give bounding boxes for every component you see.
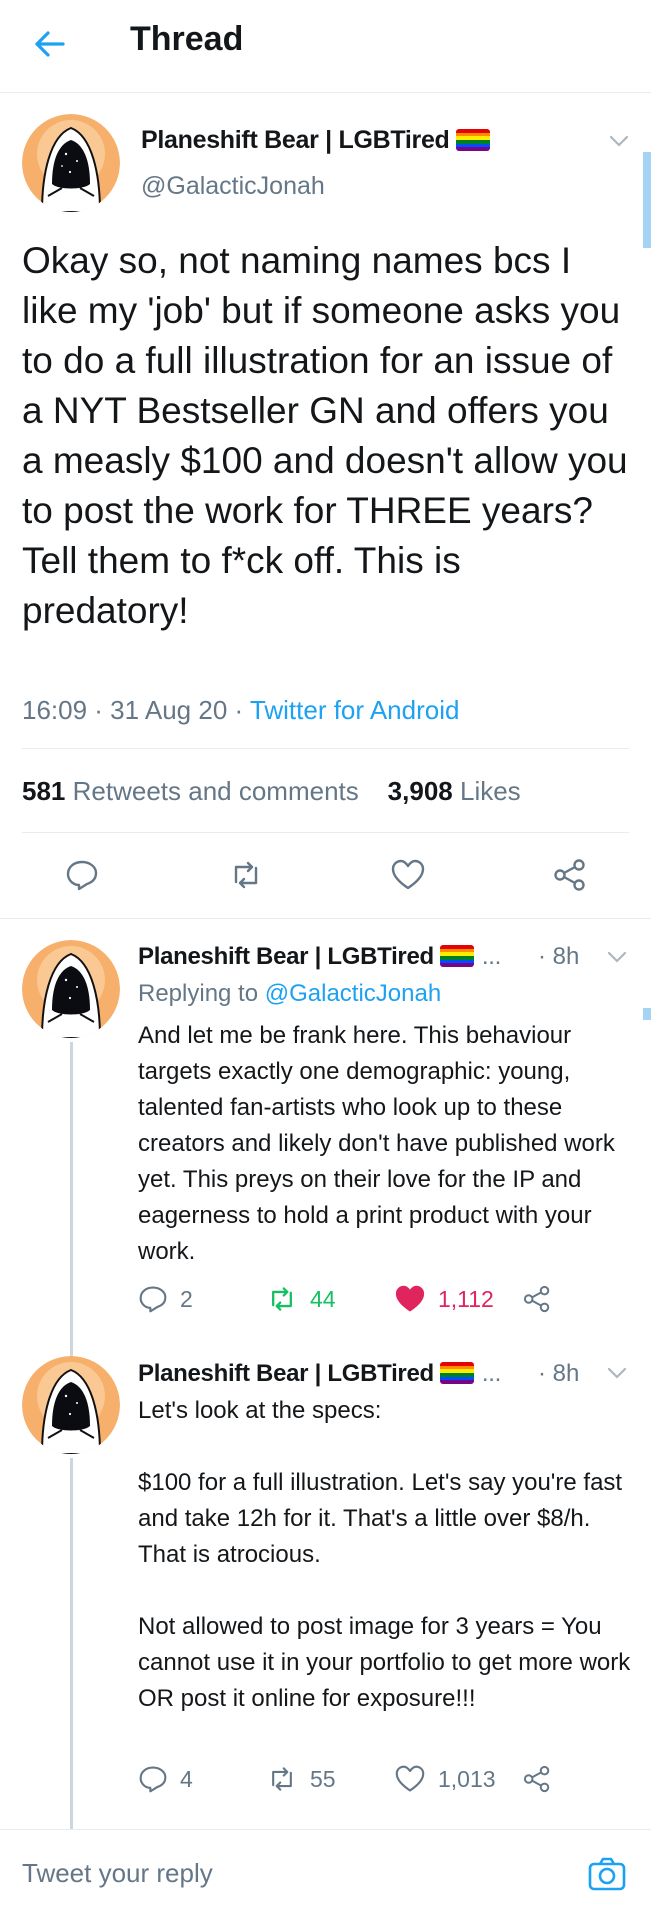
divider [0,918,651,919]
top-bar: Thread [0,0,651,93]
divider [22,832,629,833]
thread-line [70,1042,73,1364]
avatar[interactable] [22,114,120,212]
tweet-text: And let me be frank here. This behaviour… [138,1022,622,1265]
like-icon [395,1765,425,1792]
reply-icon[interactable] [62,855,102,895]
like-button[interactable]: 1,112 [394,1284,494,1314]
author-name[interactable]: Planeshift Bear | LGBTired... [138,943,501,971]
scroll-indicator [643,1008,651,1020]
retweet-icon[interactable] [226,855,266,895]
reply-button[interactable]: 2 [138,1284,193,1314]
share-icon[interactable] [550,855,590,895]
chevron-down-icon[interactable] [606,946,628,968]
share-button[interactable] [522,1764,564,1794]
tweet-actions: 4 55 1,013 [138,1764,618,1800]
like-button[interactable]: 1,013 [394,1764,496,1794]
reply-composer: Tweet your reply [0,1829,651,1921]
author-handle[interactable]: @GalacticJonah [141,172,325,201]
replying-to: Replying to @GalacticJonah [138,980,442,1007]
tweet-time: · 8h [538,943,580,970]
tweet-source-link[interactable]: Twitter for Android [250,695,460,725]
retweets-stat[interactable]: 581 Retweets and comments [22,776,359,806]
author-name[interactable]: Planeshift Bear | LGBTired... [138,1360,501,1388]
reply-icon [139,1766,167,1793]
avatar[interactable] [22,1356,120,1454]
mention-link[interactable]: @GalacticJonah [265,980,441,1007]
retweet-icon [272,1287,292,1311]
rainbow-flag-icon [439,1362,474,1384]
author-name[interactable]: Planeshift Bear | LGBTired [141,126,490,155]
chevron-down-icon[interactable] [608,130,630,152]
like-icon [395,1285,425,1312]
tweet-meta: 16:09 · 31 Aug 20 · Twitter for Android [22,695,460,725]
reply-button[interactable]: 4 [138,1764,193,1794]
avatar[interactable] [22,940,120,1038]
page-title: Thread [130,20,244,58]
retweet-icon [272,1767,292,1791]
retweet-button[interactable]: 55 [266,1764,336,1794]
camera-icon[interactable] [585,1852,629,1896]
tweet-text: Okay so, not naming names bcs I like my … [22,240,628,631]
like-icon[interactable] [388,855,428,895]
divider [22,748,629,749]
back-arrow-icon[interactable] [30,24,70,64]
thread-line [70,1458,73,1830]
chevron-down-icon[interactable] [606,1362,628,1384]
tweet-text: Let's look at the specs: $100 for a full… [138,1397,631,1712]
tweet-time: · 8h [538,1360,580,1387]
share-icon [523,1765,550,1793]
reply-icon [139,1286,167,1313]
tweet-stats: 581 Retweets and comments 3,908 Likes [22,776,521,807]
tweet-actions: 2 44 1,112 [138,1284,618,1320]
scrollbar-thumb[interactable] [643,152,651,248]
rainbow-flag-icon [455,129,490,151]
share-button[interactable] [522,1284,564,1314]
share-icon [523,1285,550,1313]
likes-stat[interactable]: 3,908 Likes [388,776,521,806]
rainbow-flag-icon [439,945,474,967]
reply-input[interactable]: Tweet your reply [22,1858,213,1889]
retweet-button[interactable]: 44 [266,1284,336,1314]
tweet-actions [0,850,651,900]
